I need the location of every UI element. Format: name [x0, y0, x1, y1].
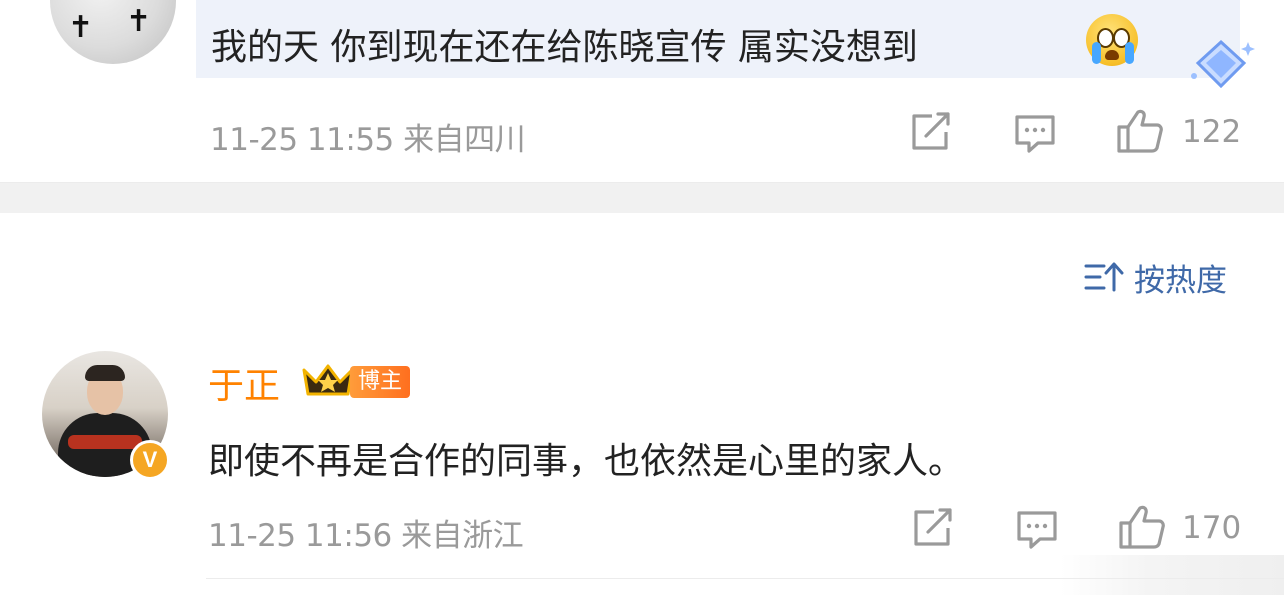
comment-time: 11-25 11:55: [210, 122, 394, 158]
crying-face-emoji: [1086, 14, 1138, 66]
share-icon[interactable]: [910, 112, 952, 152]
comment-meta: 11-25 11:55 来自四川: [210, 114, 526, 159]
crown-icon: [302, 364, 354, 396]
comment-text: 即使不再是合作的同事，也依然是心里的家人。: [208, 441, 965, 482]
cross-decoration-icon: ✝: [68, 10, 94, 45]
like-count: 170: [1182, 510, 1242, 546]
commenter-avatar[interactable]: ✝ ✝: [50, 0, 176, 64]
comment-icon[interactable]: [1016, 510, 1058, 550]
comment-meta: 11-25 11:56 来自浙江: [208, 510, 524, 555]
like-icon[interactable]: [1118, 504, 1166, 550]
like-count: 122: [1182, 114, 1242, 150]
sort-icon: [1084, 262, 1124, 292]
like-icon[interactable]: [1116, 108, 1164, 154]
sort-by-hot-button[interactable]: 按热度: [1084, 256, 1227, 299]
comment-text: 我的天 你到现在还在给陈晓宣传 属实没想到: [211, 27, 918, 68]
bottom-fade-overlay: [1060, 555, 1284, 595]
comment-separator: [206, 578, 1284, 579]
section-divider: [0, 182, 1284, 213]
verified-badge-icon: V: [130, 440, 170, 480]
blue-diamond-badge-icon: [1191, 39, 1255, 89]
comment-time: 11-25 11:56: [208, 518, 392, 554]
comment-location: 来自四川: [403, 122, 526, 158]
blogger-tag: 博主: [350, 366, 411, 398]
comment-icon[interactable]: [1014, 114, 1056, 154]
comment-username[interactable]: 于正: [208, 357, 280, 409]
share-icon[interactable]: [912, 508, 954, 548]
sort-label: 按热度: [1134, 262, 1227, 299]
comment-location: 来自浙江: [401, 518, 524, 554]
cross-decoration-icon: ✝: [126, 4, 152, 39]
